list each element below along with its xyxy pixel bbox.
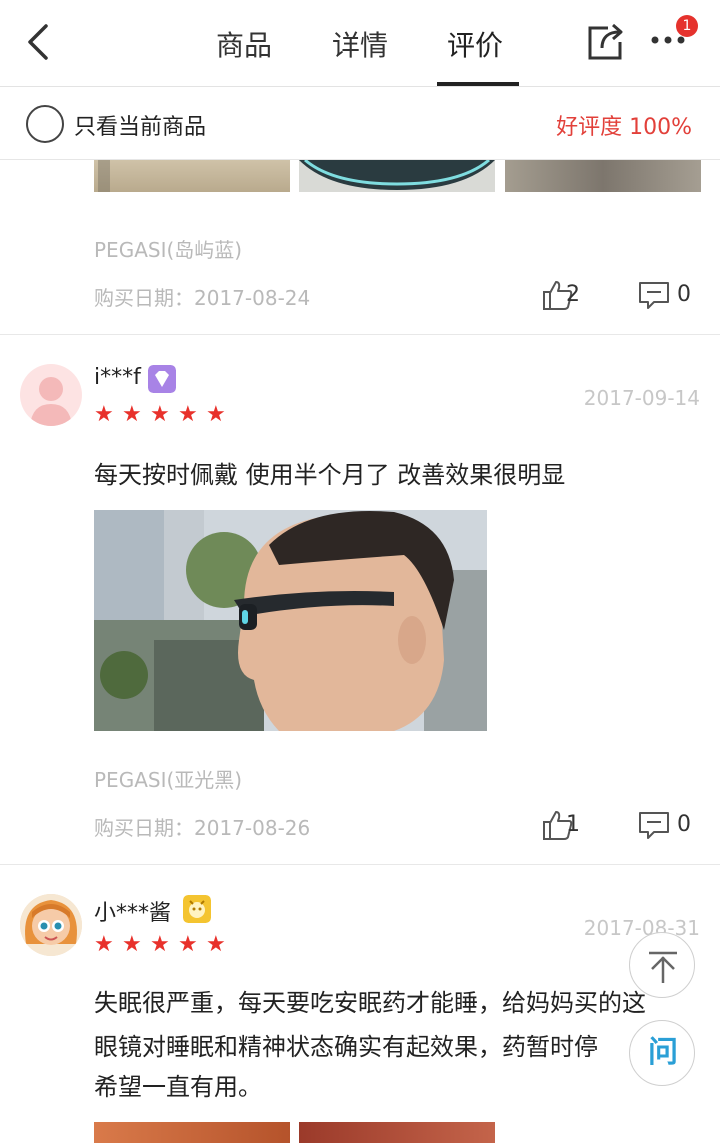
star-icon: ★	[178, 402, 198, 427]
star-icon: ★	[122, 402, 142, 427]
tab-product[interactable]: 商品	[216, 24, 272, 64]
comment-count: 0	[677, 812, 691, 837]
review-date: 2017-09-14	[583, 386, 700, 410]
like-count: 1	[566, 812, 580, 837]
review-text-line: 眼镜对睡眠和精神状态确实有起效果，药暂时停	[94, 1033, 598, 1061]
gold-member-badge-icon	[183, 895, 211, 923]
star-icon: ★	[122, 932, 142, 957]
star-icon: ★	[206, 402, 226, 427]
rating-stars: ★ ★ ★ ★ ★	[94, 934, 228, 956]
review-text-line: 失眠很严重，每天要吃安眠药才能睡，给妈妈买的这	[94, 989, 646, 1017]
arrow-up-icon	[649, 951, 677, 983]
purchase-date: 购买日期：2017-08-26	[94, 816, 311, 840]
comment-icon[interactable]	[638, 810, 670, 840]
only-current-radio[interactable]	[26, 105, 64, 143]
back-arrow-icon[interactable]	[18, 20, 58, 64]
rating-stars: ★ ★ ★ ★ ★	[94, 404, 228, 426]
review-spec: PEGASI(亚光黑)	[94, 768, 243, 792]
star-icon: ★	[150, 402, 170, 427]
review-photo-thumb[interactable]	[299, 1122, 495, 1143]
review-photo[interactable]	[94, 510, 487, 731]
username: 小***酱	[94, 901, 172, 926]
good-rate: 好评度 100%	[556, 115, 692, 140]
back-to-top-button[interactable]	[629, 932, 695, 998]
divider	[0, 864, 720, 865]
divider	[0, 334, 720, 335]
username: i***f	[94, 365, 141, 390]
review-text: 每天按时佩戴 使用半个月了 改善效果很明显	[94, 461, 566, 489]
only-current-label[interactable]: 只看当前商品	[74, 109, 206, 141]
star-icon: ★	[206, 932, 226, 957]
star-icon: ★	[150, 932, 170, 957]
review-photo-thumb[interactable]	[299, 160, 495, 192]
comment-count: 0	[677, 282, 691, 307]
avatar[interactable]	[20, 894, 82, 956]
purchase-date: 购买日期：2017-08-24	[94, 286, 311, 310]
reviews-page: 商品 详情 评价 1 只看当前商品 好评度 100% PEGASI(岛屿蓝) 购…	[0, 0, 720, 1143]
star-icon: ★	[178, 932, 198, 957]
comment-icon[interactable]	[638, 280, 670, 310]
diamond-badge-icon	[148, 365, 176, 393]
tab-reviews[interactable]: 评价	[447, 24, 503, 64]
review-spec: PEGASI(岛屿蓝)	[94, 238, 243, 262]
active-tab-indicator	[437, 82, 519, 86]
review-list: PEGASI(岛屿蓝) 购买日期：2017-08-24 2 0 i***f ★ …	[0, 160, 720, 1143]
share-icon[interactable]	[586, 20, 626, 62]
review-photo-thumb[interactable]	[94, 160, 290, 192]
star-icon: ★	[94, 402, 114, 427]
tab-details[interactable]: 详情	[332, 24, 388, 64]
notification-badge: 1	[676, 15, 698, 37]
star-icon: ★	[94, 932, 114, 957]
review-text-line: 希望一直有用。	[94, 1073, 262, 1101]
review-photo-thumb[interactable]	[94, 1122, 290, 1143]
top-nav: 商品 详情 评价 1	[0, 0, 720, 87]
ask-question-button[interactable]: 问	[629, 1020, 695, 1086]
like-count: 2	[566, 282, 580, 307]
avatar[interactable]	[20, 364, 82, 426]
ask-label: 问	[648, 1035, 678, 1070]
filter-bar: 只看当前商品 好评度 100%	[0, 88, 720, 160]
review-photo-thumb[interactable]	[505, 160, 701, 192]
